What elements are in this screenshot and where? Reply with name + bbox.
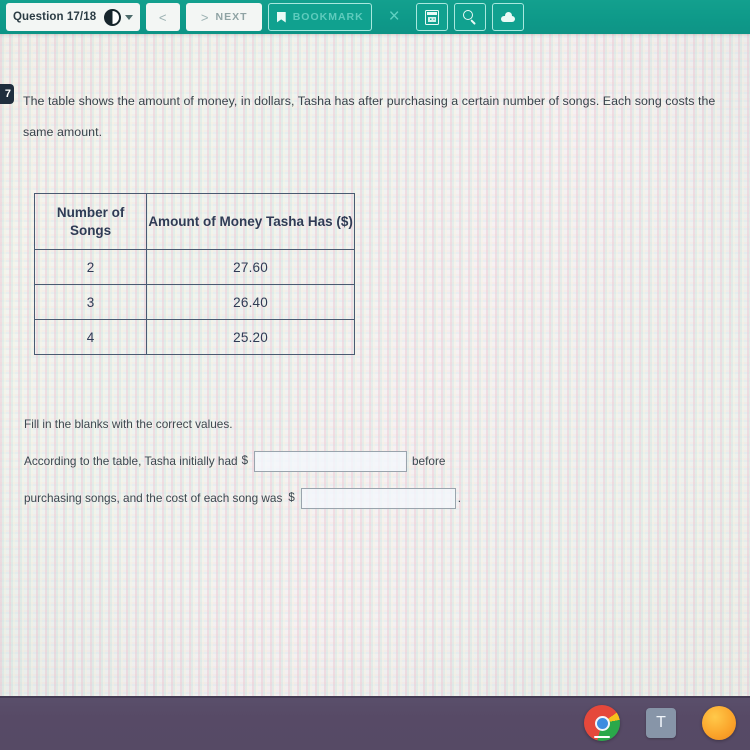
text-app-icon[interactable]: T — [646, 708, 676, 738]
table-cell-songs: 4 — [33, 319, 148, 355]
orange-app-icon[interactable] — [702, 706, 736, 740]
table-cell-songs: 2 — [33, 249, 148, 285]
answer-line-2: purchasing songs, and the cost of each s… — [24, 480, 724, 516]
calculator-button[interactable] — [416, 3, 449, 31]
table-row: 4 25.20 — [33, 319, 355, 355]
app-header: Question 17/18 < > NEXT BOOKMARK × — [0, 0, 750, 34]
question-counter-pill[interactable]: Question 17/18 — [6, 3, 141, 31]
cloud-button[interactable] — [492, 3, 525, 31]
taskbar-text-app-item[interactable]: T — [646, 708, 676, 738]
table-cell-money: 27.60 — [146, 249, 355, 285]
fill-instruction-line: Fill in the blanks with the correct valu… — [24, 406, 724, 442]
answer-line-2-suffix: . — [457, 491, 462, 505]
bookmark-button[interactable]: BOOKMARK — [268, 3, 373, 31]
table-cell-money: 25.20 — [146, 319, 355, 355]
song-cost-input[interactable] — [300, 487, 456, 509]
answer-line-1: According to the table, Tasha initially … — [24, 442, 724, 480]
close-icon: × — [388, 6, 400, 27]
search-button[interactable] — [454, 3, 487, 31]
question-number-badge: 7 — [0, 84, 14, 104]
songs-money-table: Number of Songs Amount of Money Tasha Ha… — [33, 193, 355, 355]
cloud-icon — [501, 12, 516, 22]
table-header-cell-money: Amount of Money Tasha Has ($) — [146, 193, 355, 250]
chevron-down-icon[interactable] — [125, 14, 134, 20]
taskbar-orange-app-item[interactable] — [702, 706, 736, 740]
search-icon — [462, 9, 478, 25]
previous-arrow-icon: < — [158, 9, 168, 25]
contrast-icon[interactable] — [104, 8, 122, 26]
answer-section: Fill in the blanks with the correct valu… — [24, 406, 724, 516]
close-button[interactable]: × — [378, 3, 410, 31]
dollar-sign-2: $ — [288, 492, 295, 504]
bookmark-button-label: BOOKMARK — [292, 11, 364, 23]
table-row: 3 26.40 — [33, 284, 355, 320]
calculator-icon — [425, 9, 440, 25]
next-button-label: NEXT — [215, 11, 248, 23]
os-taskbar: T — [0, 696, 750, 750]
initial-amount-input[interactable] — [253, 450, 407, 472]
table-row: 2 27.60 — [33, 249, 355, 285]
next-question-button[interactable]: > NEXT — [186, 3, 263, 31]
previous-question-button[interactable]: < — [146, 3, 181, 31]
next-arrow-icon: > — [200, 9, 210, 25]
table-cell-money: 26.40 — [146, 284, 355, 320]
bookmark-flag-icon — [276, 11, 286, 23]
dollar-sign-1: $ — [241, 455, 248, 467]
answer-line-2-prefix: purchasing songs, and the cost of each s… — [24, 491, 283, 505]
table-cell-songs: 3 — [33, 284, 148, 320]
question-prompt: The table shows the amount of money, in … — [23, 94, 716, 139]
table-header-row: Number of Songs Amount of Money Tasha Ha… — [33, 193, 355, 250]
taskbar-chrome-item[interactable] — [584, 705, 620, 741]
answer-line-1-prefix: According to the table, Tasha initially … — [24, 454, 238, 468]
question-counter-label: Question 17/18 — [13, 11, 97, 23]
active-app-indicator — [594, 735, 610, 738]
fill-instruction-text: Fill in the blanks with the correct valu… — [24, 417, 233, 431]
table-header-cell-songs: Number of Songs — [33, 193, 148, 250]
answer-line-1-suffix: before — [411, 454, 446, 468]
